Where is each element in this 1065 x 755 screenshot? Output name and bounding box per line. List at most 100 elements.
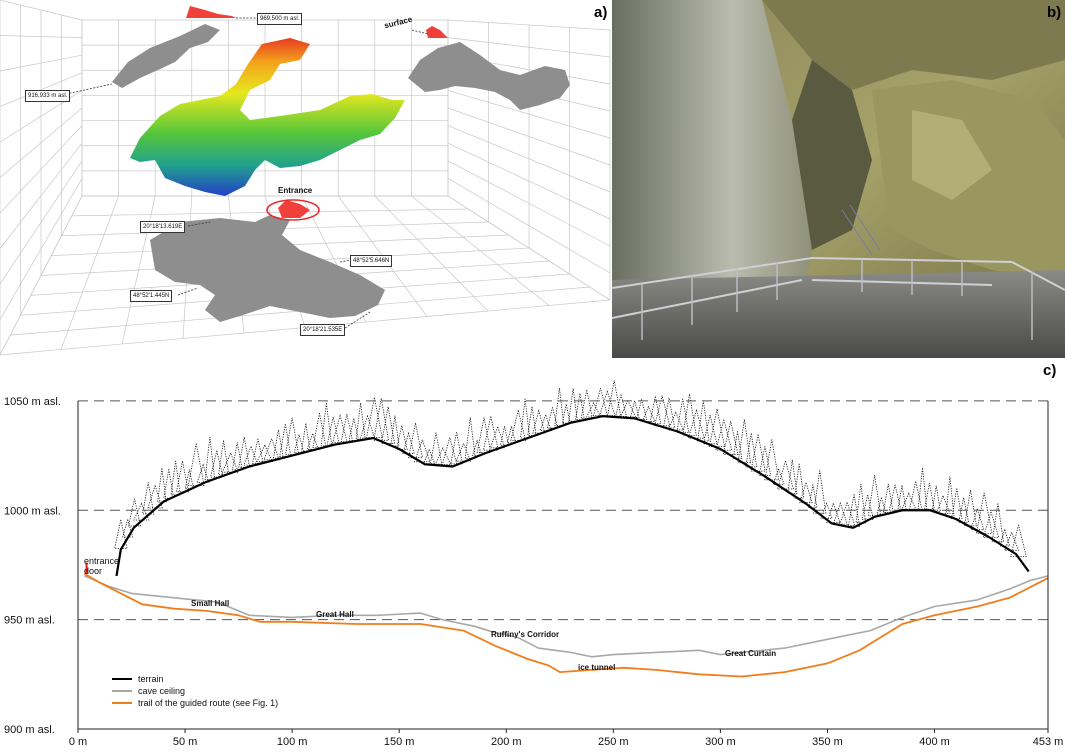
x-tick-label: 300 m <box>705 736 736 748</box>
x-tick-label: 100 m <box>277 736 308 748</box>
tree-mark <box>855 483 867 524</box>
top-red-section <box>186 6 236 18</box>
tree-mark <box>441 436 458 466</box>
tree-mark <box>471 439 483 456</box>
door-word: door <box>84 566 103 576</box>
tree-mark <box>867 474 882 517</box>
panel-c-label: c) <box>1043 362 1057 379</box>
cave-interior-illustration <box>612 0 1065 358</box>
series-line-2 <box>83 572 1049 678</box>
tree-mark <box>312 413 327 448</box>
legend-item-terrain: terrain <box>112 673 278 685</box>
y-tick-label: 950 m asl. <box>4 615 55 627</box>
tree-mark <box>231 442 243 471</box>
forest-canopy <box>114 380 1027 557</box>
tree-mark <box>114 519 128 549</box>
right-projection-shape <box>408 42 570 110</box>
series-line-1 <box>84 575 1049 658</box>
tree-mark <box>722 421 739 455</box>
tree-mark <box>964 489 977 527</box>
legend-label-cave-ceiling: cave ceiling <box>138 686 186 696</box>
tree-mark <box>667 411 685 431</box>
coord-north-left-label: 48°52'1.445N <box>130 290 173 302</box>
tree-mark <box>348 418 360 441</box>
panel-a-label: a) <box>594 4 608 21</box>
tree-mark <box>758 446 772 476</box>
tree-mark <box>931 485 941 512</box>
tree-mark <box>340 414 354 442</box>
tree-mark <box>450 432 463 465</box>
x-tick-label: 50 m <box>173 736 197 748</box>
tree-mark <box>676 398 690 433</box>
place-ruffiny-corridor: Ruffiny's Corridor <box>491 630 560 639</box>
place-great-hall: Great Hall <box>316 610 354 619</box>
panel-b-label: b) <box>1047 4 1062 21</box>
legend-swatch-trail <box>112 702 132 704</box>
coord-north-right-label: 48°52'5.646N <box>350 255 393 267</box>
tree-mark <box>187 443 205 486</box>
x-tick-label: 150 m <box>384 736 415 748</box>
tree-mark <box>510 410 527 441</box>
tree-mark <box>619 399 637 418</box>
coord-west-label: 20°18'13.619E <box>140 221 186 233</box>
tree-mark <box>888 484 902 512</box>
tree-mark <box>506 426 517 444</box>
tree-mark <box>455 442 472 462</box>
tree-mark <box>592 388 608 416</box>
x-tick-label: 250 m <box>598 736 629 748</box>
x-tick-label: 0 m <box>69 736 87 748</box>
x-tick-label: 350 m <box>812 736 843 748</box>
panel-b-cave-photo: b) <box>612 0 1065 358</box>
tree-mark <box>301 423 311 452</box>
tree-mark <box>499 426 510 446</box>
tree-mark <box>196 463 210 483</box>
tree-mark <box>580 390 593 419</box>
tree-mark <box>157 468 167 503</box>
place-ice-tunnel: ice tunnel <box>578 663 616 672</box>
tree-mark <box>263 437 280 461</box>
panel-a-3d-cave-model: 969,500 m asl. 916,933 m asl. surface En… <box>0 0 612 360</box>
tree-mark <box>838 501 856 526</box>
place-great-curtain: Great Curtain <box>725 649 777 658</box>
tree-mark <box>635 398 648 420</box>
tree-mark <box>561 404 571 424</box>
tree-mark <box>876 496 887 515</box>
tree-mark <box>482 416 499 451</box>
elevation-top-label: 969,500 m asl. <box>257 13 303 25</box>
x-tick-label: 200 m <box>491 736 522 748</box>
series-lines <box>83 415 1049 678</box>
tree-mark <box>355 402 366 440</box>
tree-mark <box>320 403 333 447</box>
tree-mark <box>662 397 676 429</box>
tree-mark <box>429 432 443 465</box>
y-tick-label: 1050 m asl. <box>4 396 61 408</box>
legend-label-terrain: terrain <box>138 674 164 684</box>
tree-mark <box>708 408 726 447</box>
tree-mark <box>813 470 827 514</box>
tree-mark <box>935 494 951 514</box>
tree-mark <box>970 507 985 531</box>
elevation-left-label: 916,933 m asl. <box>25 90 71 102</box>
tree-mark <box>373 398 390 441</box>
tree-mark <box>897 485 907 510</box>
tree-mark <box>737 419 752 464</box>
tree-mark <box>750 434 766 472</box>
tree-mark <box>256 444 274 462</box>
tree-mark <box>653 395 671 427</box>
panel-c-profile-chart: c) 1050 m asl. 1000 m asl. 950 m asl. 900 m… <box>0 360 1065 750</box>
tree-mark <box>832 501 848 525</box>
legend: terrain cave ceiling trail of the guided… <box>112 673 278 709</box>
tree-mark <box>176 460 189 493</box>
right-red-section <box>426 26 448 38</box>
tree-mark <box>975 492 993 534</box>
series-line-0 <box>115 415 1030 577</box>
tree-mark <box>204 436 216 480</box>
tree-mark <box>279 424 292 457</box>
tree-mark <box>366 397 383 438</box>
tree-mark <box>909 481 923 510</box>
x-tick-label: 400 m <box>919 736 950 748</box>
tree-mark <box>332 414 348 444</box>
cave-3d-model-figure <box>0 0 611 356</box>
entrance-word: entrance <box>84 556 120 566</box>
tree-mark <box>210 450 224 478</box>
